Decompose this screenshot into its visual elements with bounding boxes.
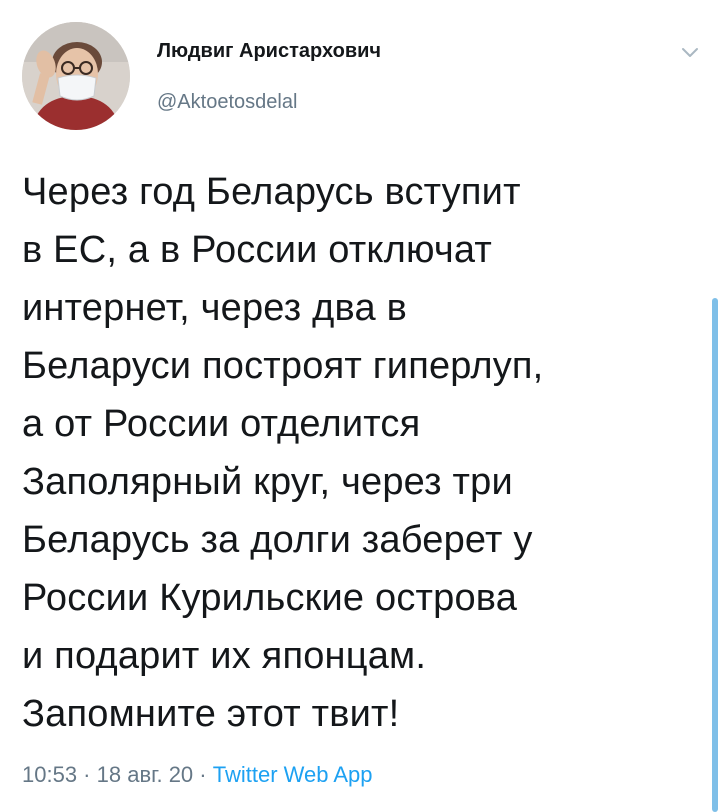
tweet-meta: 10:53 · 18 авг. 20 · Twitter Web App bbox=[22, 762, 373, 788]
meta-separator: · bbox=[77, 762, 97, 787]
chevron-down-icon[interactable] bbox=[678, 40, 702, 64]
avatar-image bbox=[22, 22, 130, 130]
author-display-name[interactable]: Людвиг Аристархович bbox=[157, 40, 381, 63]
meta-separator: · bbox=[193, 762, 213, 787]
tweet-source-link[interactable]: Twitter Web App bbox=[213, 762, 373, 787]
tweet-date[interactable]: 18 авг. 20 bbox=[97, 762, 194, 787]
scroll-indicator[interactable] bbox=[712, 298, 718, 812]
author-handle[interactable]: @Aktoetosdelal bbox=[157, 91, 297, 114]
tweet-text: Через год Беларусь вступит в ЕС, а в Рос… bbox=[22, 171, 544, 735]
tweet-card: Людвиг Аристархович @Aktoetosdelal Через… bbox=[0, 0, 720, 812]
tweet-time[interactable]: 10:53 bbox=[22, 762, 77, 787]
avatar[interactable] bbox=[22, 22, 130, 130]
